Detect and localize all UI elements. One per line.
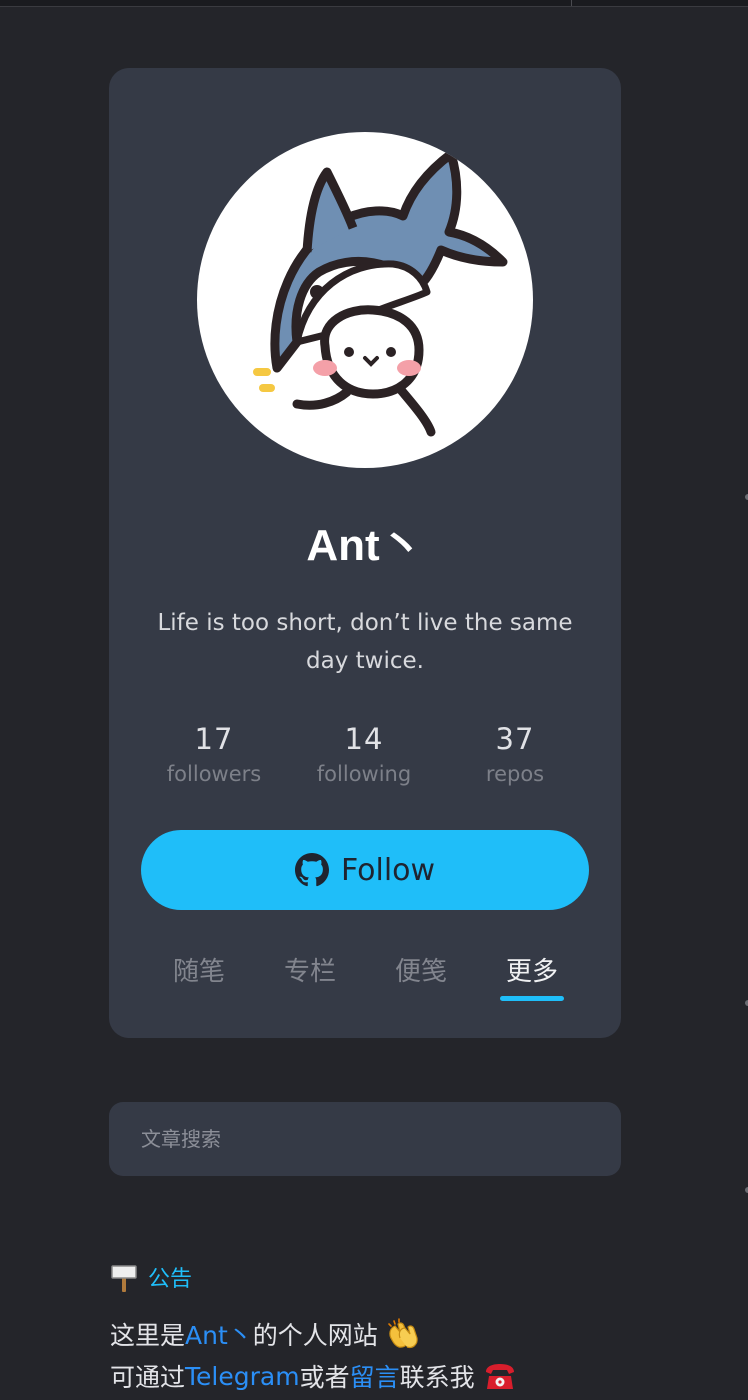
stat-number: 17	[194, 722, 234, 756]
search-input[interactable]: 文章搜索	[109, 1102, 621, 1176]
stat-label: following	[316, 762, 412, 786]
profile-tabs: 随笔 专栏 便笺 更多	[109, 952, 621, 1002]
clapping-hands-icon	[386, 1318, 420, 1350]
notice-text: 联系我	[399, 1363, 475, 1392]
stat-following[interactable]: 14 following	[294, 720, 434, 790]
notice-header: 公告	[110, 1258, 192, 1296]
profile-name: Ant丶	[306, 521, 424, 570]
tab-more[interactable]: 更多	[492, 952, 572, 992]
notice-title[interactable]: 公告	[148, 1261, 192, 1293]
stat-label: repos	[485, 762, 545, 786]
github-icon	[294, 853, 329, 887]
tab-memos[interactable]: 便笺	[381, 952, 461, 992]
telegram-link[interactable]: Telegram	[185, 1362, 300, 1391]
stat-label: followers	[166, 762, 262, 786]
follow-button[interactable]: Follow	[141, 830, 589, 910]
notice-text: 这里是	[110, 1321, 186, 1350]
top-bar	[0, 0, 748, 7]
follow-label: Follow	[340, 852, 436, 888]
top-bar-divider	[571, 0, 572, 6]
telephone-icon	[483, 1360, 517, 1392]
avatar[interactable]	[197, 132, 533, 468]
shark-hat-character-icon	[253, 149, 508, 437]
notice-text: 或者	[299, 1363, 350, 1392]
profile-stats: 17 followers 14 following 37 repos	[109, 720, 621, 790]
notice-line-intro: 这里是 Ant丶 的个人网站	[110, 1312, 420, 1356]
signpost-icon	[111, 1265, 137, 1292]
notice-text: 可通过	[110, 1363, 186, 1392]
comment-link[interactable]: 留言	[350, 1358, 400, 1394]
notice-line-contact: 可通过 Telegram 或者 留言 联系我	[110, 1354, 517, 1398]
tab-notes[interactable]: 随笔	[159, 952, 239, 992]
tab-columns[interactable]: 专栏	[270, 952, 350, 992]
search-placeholder: 文章搜索	[141, 1127, 221, 1151]
profile-card: Ant丶 Life is too short, don’t live the s…	[109, 68, 621, 1038]
stat-followers[interactable]: 17 followers	[144, 720, 284, 790]
author-link[interactable]: Ant丶	[185, 1316, 253, 1352]
stat-number: 37	[495, 722, 535, 756]
profile-bio: Life is too short, don’t live the same d…	[157, 610, 573, 674]
active-tab-indicator	[500, 996, 564, 1001]
notice-text: 的个人网站	[252, 1321, 378, 1350]
stat-repos[interactable]: 37 repos	[445, 720, 585, 790]
stat-number: 14	[344, 722, 384, 756]
